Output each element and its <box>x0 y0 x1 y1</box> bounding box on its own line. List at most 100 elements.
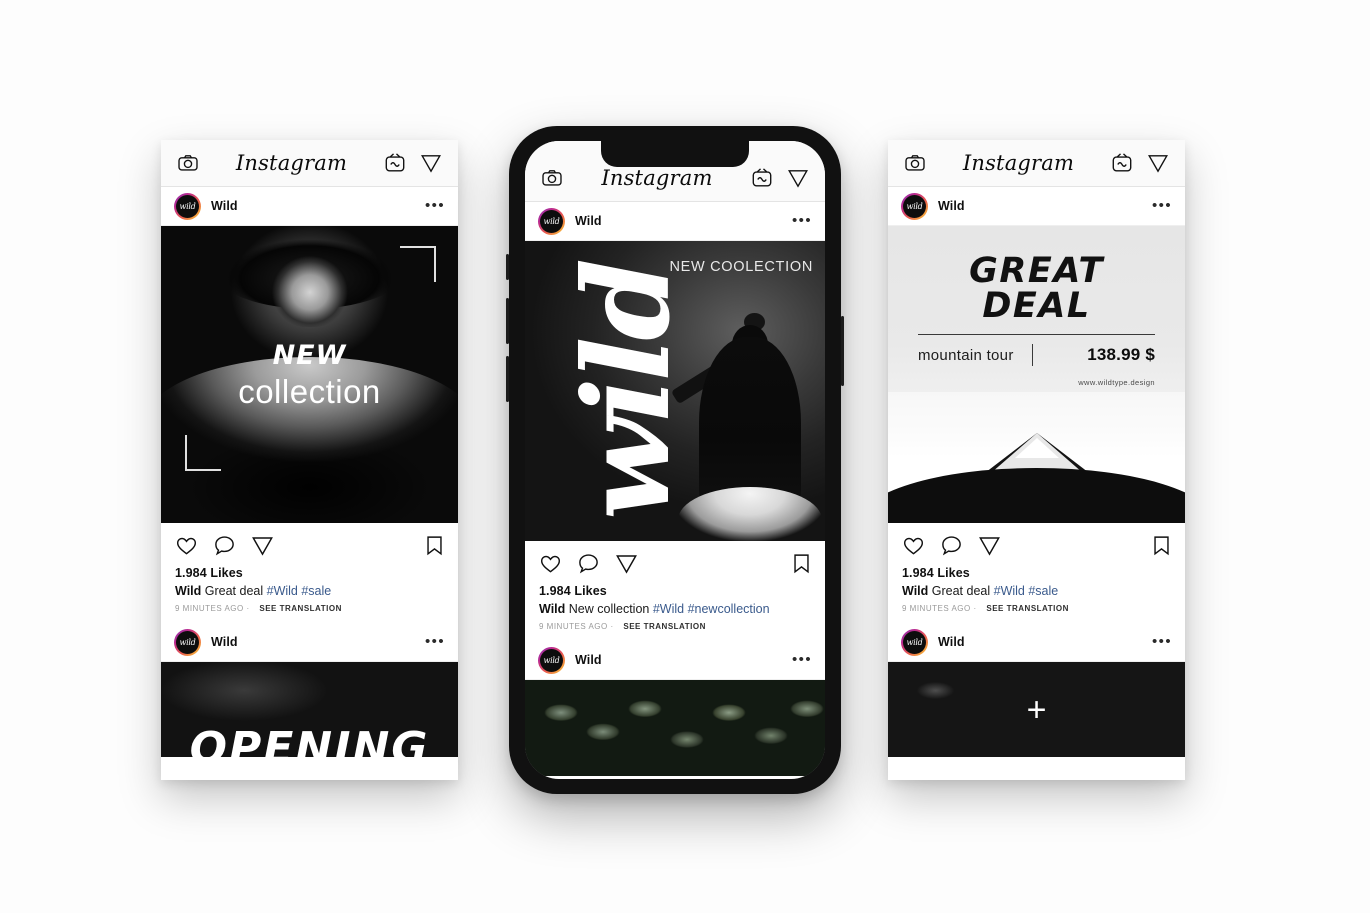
see-translation-link[interactable]: SEE TRANSLATION <box>986 604 1068 613</box>
deal-detail-row: mountain tour 138.99 $ <box>918 344 1155 366</box>
likes-count[interactable]: 1.984 Likes <box>539 584 811 598</box>
likes-count[interactable]: 1.984 Likes <box>175 566 444 580</box>
mockup-stage: Instagram wild Wild ••• NEW collection 1… <box>0 0 1370 913</box>
send-icon[interactable] <box>1147 152 1169 174</box>
comment-icon[interactable] <box>577 552 600 575</box>
overlay-new-label: NEW <box>272 339 347 371</box>
post-header-left: wild Wild ••• <box>161 187 458 226</box>
power-button[interactable] <box>841 316 844 386</box>
post-actions-middle <box>525 541 825 582</box>
post-username[interactable]: Wild <box>211 199 238 213</box>
more-options-icon[interactable]: ••• <box>792 652 812 667</box>
avatar[interactable]: wild <box>538 207 565 235</box>
post-username[interactable]: Wild <box>938 199 965 213</box>
post-username[interactable]: Wild <box>575 214 602 228</box>
more-options-icon[interactable]: ••• <box>1152 634 1172 649</box>
camera-icon[interactable] <box>177 152 199 174</box>
corner-bracket-bottomleft-icon <box>185 435 221 471</box>
avatar-label: wild <box>540 648 563 672</box>
post-actions-left <box>161 523 458 564</box>
more-options-icon[interactable]: ••• <box>425 198 445 213</box>
caption-username[interactable]: Wild <box>539 602 565 616</box>
post-header-middle: wild Wild ••• <box>525 202 825 241</box>
next-post-username[interactable]: Wild <box>938 635 965 649</box>
comment-icon[interactable] <box>213 534 236 557</box>
vertical-divider <box>1031 344 1033 366</box>
phone-mockup-left: Instagram wild Wild ••• NEW collection 1… <box>161 140 458 780</box>
next-post-media-left[interactable]: OPENING <box>161 662 458 758</box>
overlay-wild-script: wild <box>556 262 696 520</box>
post-timestamp: 9 MINUTES AGO <box>902 604 971 614</box>
share-icon[interactable] <box>978 534 1001 557</box>
volume-down-button[interactable] <box>506 356 509 402</box>
more-options-icon[interactable]: ••• <box>1152 198 1172 213</box>
likes-count[interactable]: 1.984 Likes <box>902 566 1171 580</box>
mountain-photo <box>888 392 1185 523</box>
caption-hashtags[interactable]: #Wild #sale <box>994 584 1059 598</box>
post-caption-left: 1.984 Likes Wild Great deal #Wild #sale … <box>161 564 458 624</box>
plus-icon: + <box>1026 690 1047 729</box>
post-media-ballerina[interactable]: wild NEW COOLECTION <box>525 241 825 541</box>
post-actions-right <box>888 523 1185 564</box>
heart-icon[interactable] <box>902 534 925 557</box>
volume-up-button[interactable] <box>506 298 509 344</box>
igtv-icon[interactable] <box>1111 152 1133 174</box>
caption-meta: 9 MINUTES AGO · SEE TRANSLATION <box>539 622 706 632</box>
camera-icon[interactable] <box>541 167 563 189</box>
igtv-icon[interactable] <box>751 167 773 189</box>
post-caption-middle: 1.984 Likes Wild New collection #Wild #n… <box>525 582 825 642</box>
avatar[interactable]: wild <box>174 192 201 220</box>
see-translation-link[interactable]: SEE TRANSLATION <box>259 604 341 613</box>
post-media-great-deal[interactable]: GREAT DEAL mountain tour 138.99 $ www.wi… <box>888 226 1185 523</box>
heart-icon[interactable] <box>175 534 198 557</box>
bookmark-icon[interactable] <box>1152 534 1171 557</box>
caption-username[interactable]: Wild <box>175 584 201 598</box>
post-timestamp: 9 MINUTES AGO <box>539 622 608 632</box>
next-post-media-right[interactable]: + <box>888 662 1185 758</box>
caption-text: New collection <box>568 602 650 616</box>
heart-icon[interactable] <box>539 552 562 575</box>
mute-switch[interactable] <box>506 254 509 280</box>
see-translation-link[interactable]: SEE TRANSLATION <box>623 622 705 631</box>
caption-hashtags[interactable]: #Wild #newcollection <box>653 602 770 616</box>
avatar[interactable]: wild <box>174 628 201 656</box>
mountain-base-shape <box>888 468 1185 523</box>
avatar[interactable]: wild <box>538 646 565 674</box>
more-options-icon[interactable]: ••• <box>425 634 445 649</box>
share-icon[interactable] <box>615 552 638 575</box>
bookmark-icon[interactable] <box>792 552 811 575</box>
phone-mockup-right: Instagram wild Wild ••• GREAT DEAL mount… <box>888 140 1185 780</box>
caption-hashtags[interactable]: #Wild #sale <box>267 584 332 598</box>
avatar-label: wild <box>903 630 926 654</box>
caption-line: Wild New collection #Wild #newcollection <box>539 601 811 617</box>
caption-text: Great deal <box>204 584 264 598</box>
divider <box>918 334 1155 335</box>
share-icon[interactable] <box>251 534 274 557</box>
avatar[interactable]: wild <box>901 192 928 220</box>
send-icon[interactable] <box>420 152 442 174</box>
comment-icon[interactable] <box>940 534 963 557</box>
camera-icon[interactable] <box>904 152 926 174</box>
caption-text: Great deal <box>931 584 991 598</box>
caption-username[interactable]: Wild <box>902 584 928 598</box>
caption-line: Wild Great deal #Wild #sale <box>902 583 1171 599</box>
avatar[interactable]: wild <box>901 628 928 656</box>
post-media-new-collection[interactable]: NEW collection <box>161 226 458 523</box>
igtv-icon[interactable] <box>384 152 406 174</box>
send-icon[interactable] <box>787 167 809 189</box>
bookmark-icon[interactable] <box>425 534 444 557</box>
avatar-label: wild <box>176 630 199 654</box>
overlay-collection-label: collection <box>238 372 381 410</box>
next-post-header-right: wild Wild ••• <box>888 623 1185 663</box>
overlay-website-url: www.wildtype.design <box>1078 378 1155 387</box>
more-options-icon[interactable]: ••• <box>792 213 812 228</box>
next-post-username[interactable]: Wild <box>575 653 602 667</box>
next-post-username[interactable]: Wild <box>211 635 238 649</box>
instagram-topbar-right: Instagram <box>888 140 1185 187</box>
next-post-media-middle[interactable] <box>525 680 825 777</box>
deal-overlay: GREAT DEAL mountain tour 138.99 $ www.wi… <box>918 254 1155 387</box>
overlay-opening-label: OPENING <box>189 723 430 758</box>
next-post-header-left: wild Wild ••• <box>161 623 458 663</box>
device-screen: Instagram wild Wild ••• wild NEW COOLECT… <box>525 141 825 779</box>
overlay-price: 138.99 $ <box>1087 345 1155 364</box>
